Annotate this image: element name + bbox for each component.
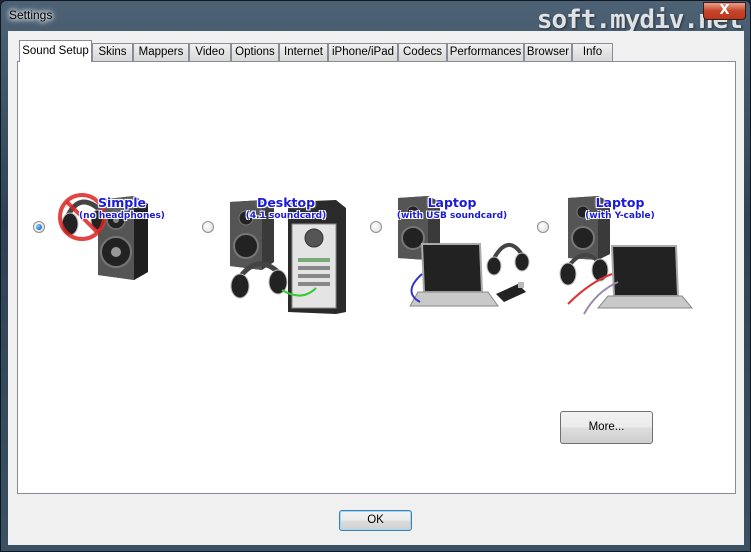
usb-soundcard-icon	[496, 282, 526, 302]
title-bar[interactable]: Settings soft.mydiv.net X	[1, 1, 751, 35]
laptop-ycable-illustration	[559, 196, 694, 315]
close-button[interactable]: X	[703, 2, 746, 20]
settings-window: Settings soft.mydiv.net X Sound Setup Sk…	[0, 0, 751, 552]
headphones-icon	[559, 253, 609, 286]
tab-internet[interactable]: Internet	[279, 43, 328, 61]
simple-illustration	[58, 193, 148, 280]
radio-laptop-ycable[interactable]	[537, 221, 549, 233]
laptop-usb-illustration	[398, 196, 530, 307]
headphones-icon	[486, 243, 530, 276]
option-laptop-usb-subtitle: (with USB soundcard)	[396, 211, 508, 221]
tab-skins[interactable]: Skins	[92, 43, 133, 61]
ok-button[interactable]: OK	[339, 510, 412, 531]
window-title: Settings	[9, 8, 53, 22]
option-simple-title: Simple	[97, 195, 147, 210]
radio-desktop[interactable]	[202, 221, 214, 233]
tab-info[interactable]: Info	[572, 43, 613, 61]
more-button[interactable]: More...	[560, 411, 653, 444]
desktop-illustration	[230, 200, 346, 314]
dialog-client-area: Sound Setup Skins Mappers Video Options …	[8, 31, 744, 545]
laptop-icon	[409, 243, 499, 307]
tab-iphone-ipad[interactable]: iPhone/iPad	[328, 43, 398, 61]
option-laptop-ycable-title: Laptop	[595, 195, 645, 210]
option-laptop-usb-title: Laptop	[427, 195, 477, 210]
radio-laptop-usb[interactable]	[370, 221, 382, 233]
tab-browser[interactable]: Browser	[524, 43, 572, 61]
option-desktop-subtitle: (4.1 soundcard)	[245, 211, 327, 221]
tab-video[interactable]: Video	[189, 43, 231, 61]
radio-simple[interactable]	[33, 221, 45, 233]
option-simple-subtitle: (no headphones)	[79, 211, 165, 221]
tab-performances[interactable]: Performances	[447, 43, 524, 61]
sound-setup-panel: Simple (no headphones) Desktop (4.1 soun…	[17, 61, 736, 494]
tab-sound-setup[interactable]: Sound Setup	[19, 40, 92, 62]
tab-options[interactable]: Options	[231, 43, 279, 61]
tab-mappers[interactable]: Mappers	[133, 43, 189, 61]
close-icon: X	[719, 3, 730, 18]
option-laptop-ycable-subtitle: (with Y-cable)	[585, 211, 655, 221]
tab-codecs[interactable]: Codecs	[398, 43, 447, 61]
option-desktop-title: Desktop	[256, 195, 316, 210]
laptop-icon	[596, 245, 694, 309]
